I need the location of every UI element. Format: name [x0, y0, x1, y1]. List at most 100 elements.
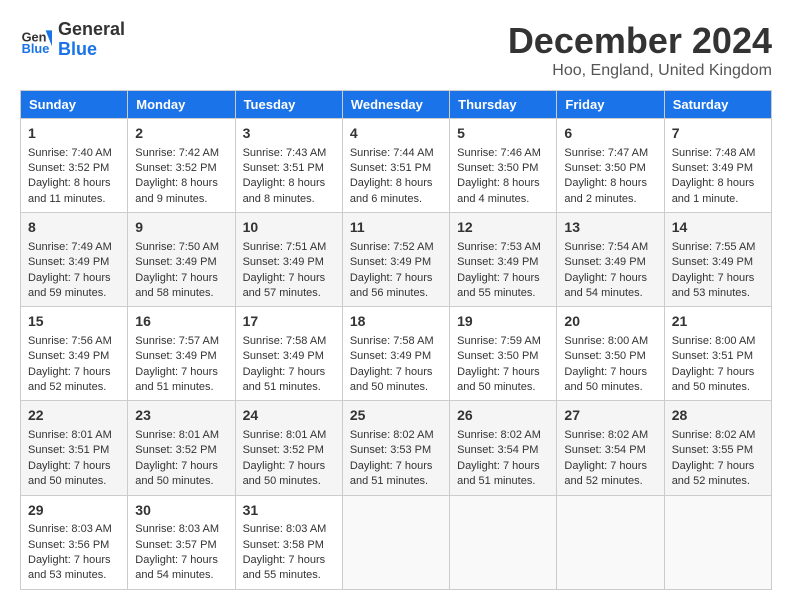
column-header-wednesday: Wednesday	[342, 91, 449, 119]
calendar-cell: 1 Sunrise: 7:40 AM Sunset: 3:52 PM Dayli…	[21, 119, 128, 213]
sunset: Sunset: 3:49 PM	[672, 162, 753, 174]
month-title: December 2024	[508, 20, 772, 62]
day-number: 28	[672, 406, 764, 426]
calendar-cell: 26 Sunrise: 8:02 AM Sunset: 3:54 PM Dayl…	[450, 401, 557, 495]
sunrise: Sunrise: 7:48 AM	[672, 147, 756, 159]
calendar-cell: 23 Sunrise: 8:01 AM Sunset: 3:52 PM Dayl…	[128, 401, 235, 495]
day-number: 2	[135, 124, 227, 144]
calendar-cell: 13 Sunrise: 7:54 AM Sunset: 3:49 PM Dayl…	[557, 213, 664, 307]
sunset: Sunset: 3:58 PM	[243, 539, 324, 551]
day-number: 30	[135, 501, 227, 521]
sunset: Sunset: 3:54 PM	[457, 444, 538, 456]
column-header-saturday: Saturday	[664, 91, 771, 119]
day-number: 17	[243, 312, 335, 332]
sunset: Sunset: 3:57 PM	[135, 539, 216, 551]
daylight: Daylight: 7 hours and 54 minutes.	[135, 554, 218, 581]
day-number: 26	[457, 406, 549, 426]
sunset: Sunset: 3:52 PM	[135, 162, 216, 174]
page-header: Gen Blue General Blue December 2024 Hoo,…	[20, 20, 772, 80]
daylight: Daylight: 7 hours and 50 minutes.	[564, 366, 647, 393]
column-header-sunday: Sunday	[21, 91, 128, 119]
calendar-cell: 24 Sunrise: 8:01 AM Sunset: 3:52 PM Dayl…	[235, 401, 342, 495]
daylight: Daylight: 8 hours and 9 minutes.	[135, 177, 218, 204]
daylight: Daylight: 7 hours and 51 minutes.	[135, 366, 218, 393]
sunrise: Sunrise: 8:00 AM	[564, 335, 648, 347]
calendar-week-3: 15 Sunrise: 7:56 AM Sunset: 3:49 PM Dayl…	[21, 307, 772, 401]
day-number: 20	[564, 312, 656, 332]
sunset: Sunset: 3:51 PM	[672, 350, 753, 362]
day-number: 6	[564, 124, 656, 144]
sunrise: Sunrise: 7:59 AM	[457, 335, 541, 347]
daylight: Daylight: 7 hours and 50 minutes.	[135, 460, 218, 487]
location-subtitle: Hoo, England, United Kingdom	[508, 62, 772, 80]
calendar-cell: 11 Sunrise: 7:52 AM Sunset: 3:49 PM Dayl…	[342, 213, 449, 307]
sunset: Sunset: 3:49 PM	[350, 256, 431, 268]
daylight: Daylight: 7 hours and 50 minutes.	[28, 460, 111, 487]
sunrise: Sunrise: 7:40 AM	[28, 147, 112, 159]
daylight: Daylight: 8 hours and 8 minutes.	[243, 177, 326, 204]
sunset: Sunset: 3:51 PM	[28, 444, 109, 456]
sunrise: Sunrise: 7:46 AM	[457, 147, 541, 159]
day-number: 13	[564, 218, 656, 238]
sunset: Sunset: 3:53 PM	[350, 444, 431, 456]
calendar-cell: 9 Sunrise: 7:50 AM Sunset: 3:49 PM Dayli…	[128, 213, 235, 307]
daylight: Daylight: 7 hours and 53 minutes.	[28, 554, 111, 581]
sunrise: Sunrise: 8:00 AM	[672, 335, 756, 347]
daylight: Daylight: 7 hours and 56 minutes.	[350, 272, 433, 299]
sunset: Sunset: 3:52 PM	[243, 444, 324, 456]
day-number: 21	[672, 312, 764, 332]
sunset: Sunset: 3:49 PM	[135, 350, 216, 362]
calendar-cell: 15 Sunrise: 7:56 AM Sunset: 3:49 PM Dayl…	[21, 307, 128, 401]
sunrise: Sunrise: 8:02 AM	[457, 429, 541, 441]
calendar-cell: 19 Sunrise: 7:59 AM Sunset: 3:50 PM Dayl…	[450, 307, 557, 401]
sunset: Sunset: 3:49 PM	[672, 256, 753, 268]
column-header-thursday: Thursday	[450, 91, 557, 119]
daylight: Daylight: 8 hours and 1 minute.	[672, 177, 755, 204]
day-number: 27	[564, 406, 656, 426]
sunrise: Sunrise: 7:43 AM	[243, 147, 327, 159]
calendar-cell: 4 Sunrise: 7:44 AM Sunset: 3:51 PM Dayli…	[342, 119, 449, 213]
calendar-cell: 6 Sunrise: 7:47 AM Sunset: 3:50 PM Dayli…	[557, 119, 664, 213]
sunrise: Sunrise: 7:42 AM	[135, 147, 219, 159]
day-number: 10	[243, 218, 335, 238]
calendar-cell: 30 Sunrise: 8:03 AM Sunset: 3:57 PM Dayl…	[128, 495, 235, 589]
daylight: Daylight: 7 hours and 54 minutes.	[564, 272, 647, 299]
sunset: Sunset: 3:55 PM	[672, 444, 753, 456]
sunrise: Sunrise: 7:44 AM	[350, 147, 434, 159]
calendar-cell	[342, 495, 449, 589]
sunset: Sunset: 3:49 PM	[28, 350, 109, 362]
day-number: 3	[243, 124, 335, 144]
sunrise: Sunrise: 7:55 AM	[672, 241, 756, 253]
daylight: Daylight: 7 hours and 51 minutes.	[243, 366, 326, 393]
day-number: 29	[28, 501, 120, 521]
calendar-week-2: 8 Sunrise: 7:49 AM Sunset: 3:49 PM Dayli…	[21, 213, 772, 307]
column-header-monday: Monday	[128, 91, 235, 119]
svg-text:Blue: Blue	[22, 41, 50, 56]
calendar-cell: 16 Sunrise: 7:57 AM Sunset: 3:49 PM Dayl…	[128, 307, 235, 401]
day-number: 4	[350, 124, 442, 144]
sunrise: Sunrise: 8:02 AM	[564, 429, 648, 441]
sunrise: Sunrise: 8:02 AM	[672, 429, 756, 441]
sunrise: Sunrise: 7:52 AM	[350, 241, 434, 253]
sunrise: Sunrise: 8:01 AM	[28, 429, 112, 441]
day-number: 11	[350, 218, 442, 238]
sunrise: Sunrise: 7:56 AM	[28, 335, 112, 347]
day-number: 8	[28, 218, 120, 238]
daylight: Daylight: 7 hours and 50 minutes.	[457, 366, 540, 393]
day-number: 9	[135, 218, 227, 238]
day-number: 18	[350, 312, 442, 332]
calendar-cell: 21 Sunrise: 8:00 AM Sunset: 3:51 PM Dayl…	[664, 307, 771, 401]
sunrise: Sunrise: 8:03 AM	[135, 523, 219, 535]
daylight: Daylight: 7 hours and 57 minutes.	[243, 272, 326, 299]
sunrise: Sunrise: 7:47 AM	[564, 147, 648, 159]
sunrise: Sunrise: 8:03 AM	[28, 523, 112, 535]
sunset: Sunset: 3:49 PM	[350, 350, 431, 362]
daylight: Daylight: 7 hours and 59 minutes.	[28, 272, 111, 299]
daylight: Daylight: 8 hours and 4 minutes.	[457, 177, 540, 204]
day-number: 19	[457, 312, 549, 332]
calendar-table: SundayMondayTuesdayWednesdayThursdayFrid…	[20, 90, 772, 590]
daylight: Daylight: 7 hours and 51 minutes.	[457, 460, 540, 487]
day-number: 24	[243, 406, 335, 426]
calendar-cell	[450, 495, 557, 589]
calendar-cell: 10 Sunrise: 7:51 AM Sunset: 3:49 PM Dayl…	[235, 213, 342, 307]
